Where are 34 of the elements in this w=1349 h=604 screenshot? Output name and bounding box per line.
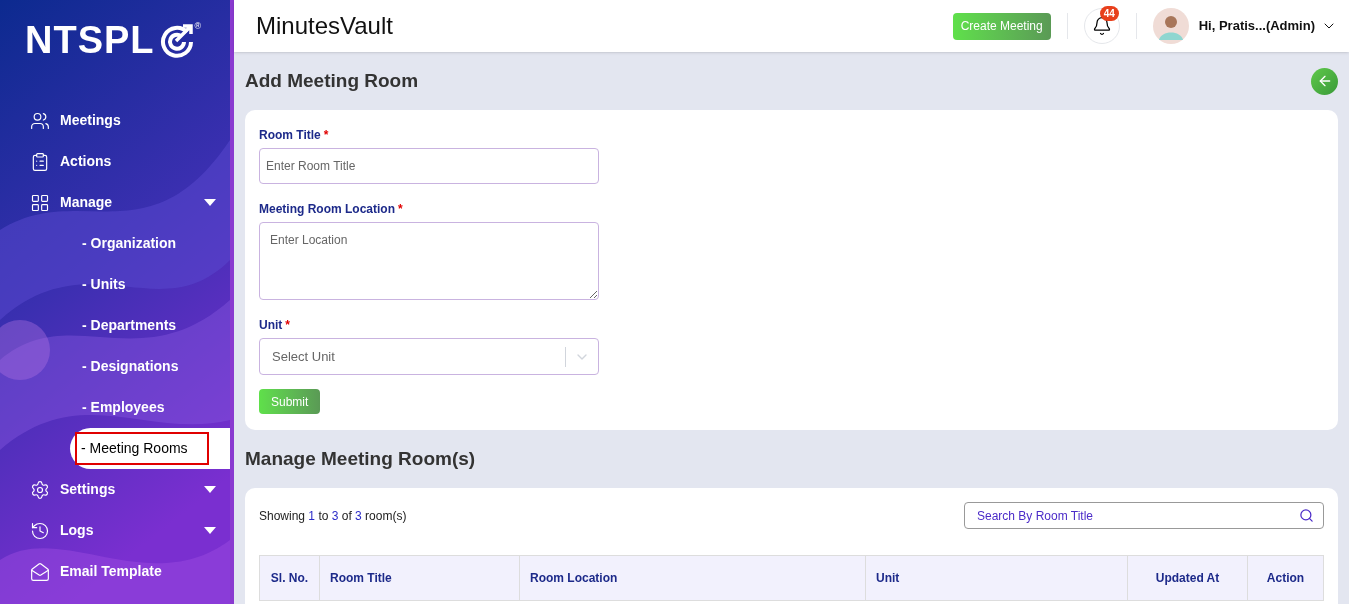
sidebar-subitem[interactable]: - Units <box>82 274 126 295</box>
sidebar-subitem[interactable]: - Departments <box>82 315 177 336</box>
sidebar-subitem[interactable]: - Employees <box>82 397 165 418</box>
section-title: Add Meeting Room <box>245 68 419 93</box>
sidebar-item[interactable]: Settings <box>0 469 230 510</box>
sidebar-item[interactable]: Actions <box>0 141 230 182</box>
sidebar-item[interactable]: Logs <box>0 510 230 551</box>
required-mark: * <box>323 127 329 144</box>
required-mark: * <box>398 201 403 218</box>
column-header: Updated At <box>1128 556 1248 600</box>
sidebar-subitem[interactable]: - Meeting Rooms <box>75 432 209 465</box>
room-title-field[interactable]: Enter Room Title <box>259 148 599 184</box>
column-header: Action <box>1265 570 1306 587</box>
user-menu[interactable]: Hi, Pratis...(Admin) <box>1198 16 1337 36</box>
results-count: Showing 1 to 3 of 3 room(s) <box>259 507 407 525</box>
search-field[interactable]: Search By Room Title <box>964 502 1324 529</box>
sidebar-item[interactable]: Manage <box>0 182 230 223</box>
unit-select[interactable]: Select Unit <box>259 338 599 375</box>
sidebar-subitem[interactable]: - Designations <box>82 356 179 377</box>
app-title: MinutesVault <box>256 11 394 41</box>
column-header: Unit <box>866 556 1128 600</box>
column-header: Room Location <box>520 556 866 600</box>
field-label: Room Title <box>259 127 321 144</box>
logo-text: NTSPL <box>25 20 155 60</box>
field-label: Meeting Room Location <box>259 201 395 218</box>
column-header: Sl. No. <box>260 556 320 600</box>
registered-mark: ® <box>194 20 202 33</box>
required-mark: * <box>285 317 290 334</box>
sidebar-subitem[interactable]: - Organization <box>82 233 177 254</box>
column-header: Room Title <box>320 556 520 600</box>
field-label: Unit <box>259 317 283 334</box>
location-field[interactable]: Enter Location <box>259 222 599 300</box>
section-title: Manage Meeting Room(s) <box>245 446 476 471</box>
sidebar-item[interactable]: Meetings <box>0 100 230 141</box>
